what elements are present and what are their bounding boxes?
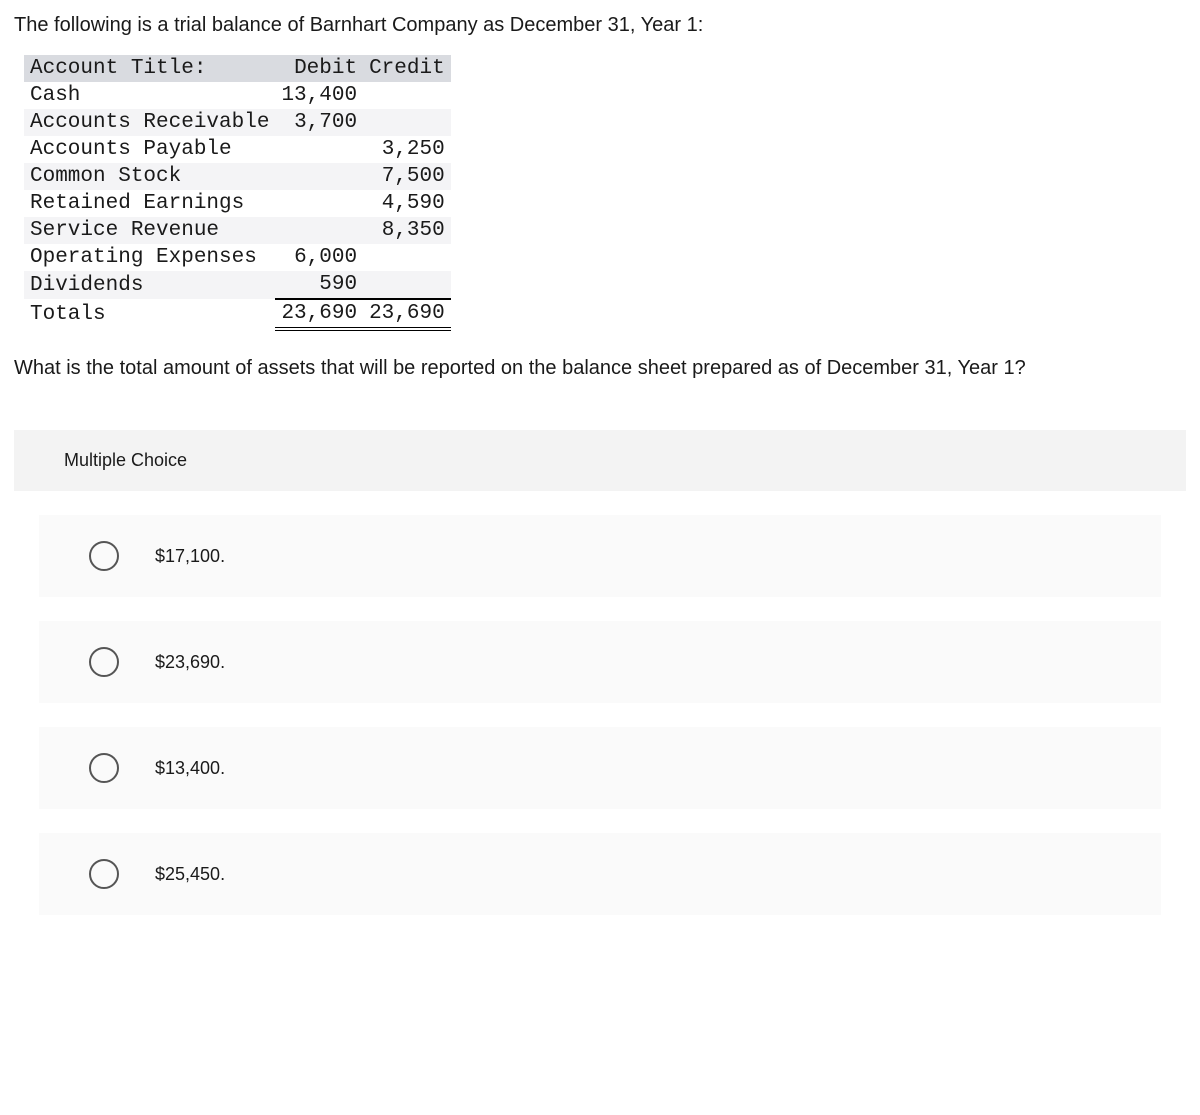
cell-debit: 13,400 <box>275 82 363 109</box>
cell-debit <box>275 217 363 244</box>
cell-debit <box>275 163 363 190</box>
cell-credit <box>363 109 451 136</box>
cell-credit: 8,350 <box>363 217 451 244</box>
table-row: Accounts Receivable3,700 <box>24 109 451 136</box>
options-container: $17,100. $23,690. $13,400. $25,450. <box>14 515 1186 915</box>
table-row: Common Stock 7,500 <box>24 163 451 190</box>
col-credit: Credit <box>363 55 451 82</box>
intro-text: The following is a trial balance of Barn… <box>14 14 1186 37</box>
option-label: $13,400. <box>155 758 225 779</box>
option-2[interactable]: $13,400. <box>39 727 1161 809</box>
totals-row: Totals 23,690 23,690 <box>24 299 451 329</box>
table-row: Operating Expenses6,000 <box>24 244 451 271</box>
table-row: Service Revenue 8,350 <box>24 217 451 244</box>
cell-title: Dividends <box>24 271 275 299</box>
cell-title: Common Stock <box>24 163 275 190</box>
col-debit: Debit <box>275 55 363 82</box>
radio-icon[interactable] <box>89 541 119 571</box>
option-3[interactable]: $25,450. <box>39 833 1161 915</box>
option-label: $23,690. <box>155 652 225 673</box>
question-text: What is the total amount of assets that … <box>14 357 1186 380</box>
cell-credit: 3,250 <box>363 136 451 163</box>
radio-icon[interactable] <box>89 647 119 677</box>
trial-balance-table: Account Title: Debit Credit Cash13,400 A… <box>24 55 451 331</box>
totals-credit: 23,690 <box>363 299 451 329</box>
cell-title: Accounts Payable <box>24 136 275 163</box>
cell-credit: 4,590 <box>363 190 451 217</box>
cell-debit <box>275 136 363 163</box>
cell-debit: 3,700 <box>275 109 363 136</box>
radio-icon[interactable] <box>89 753 119 783</box>
option-label: $25,450. <box>155 864 225 885</box>
cell-debit: 6,000 <box>275 244 363 271</box>
option-0[interactable]: $17,100. <box>39 515 1161 597</box>
cell-credit: 7,500 <box>363 163 451 190</box>
totals-label: Totals <box>24 299 275 329</box>
cell-title: Cash <box>24 82 275 109</box>
cell-title: Operating Expenses <box>24 244 275 271</box>
totals-debit: 23,690 <box>275 299 363 329</box>
multiple-choice-header: Multiple Choice <box>14 430 1186 491</box>
cell-title: Retained Earnings <box>24 190 275 217</box>
cell-title: Accounts Receivable <box>24 109 275 136</box>
radio-icon[interactable] <box>89 859 119 889</box>
table-row: Retained Earnings 4,590 <box>24 190 451 217</box>
cell-credit <box>363 82 451 109</box>
cell-debit: 590 <box>275 271 363 299</box>
cell-title: Service Revenue <box>24 217 275 244</box>
cell-credit <box>363 271 451 299</box>
table-header-row: Account Title: Debit Credit <box>24 55 451 82</box>
cell-credit <box>363 244 451 271</box>
cell-debit <box>275 190 363 217</box>
table-row: Accounts Payable 3,250 <box>24 136 451 163</box>
option-label: $17,100. <box>155 546 225 567</box>
table-row: Dividends590 <box>24 271 451 299</box>
option-1[interactable]: $23,690. <box>39 621 1161 703</box>
table-row: Cash13,400 <box>24 82 451 109</box>
col-account-title: Account Title: <box>24 55 275 82</box>
